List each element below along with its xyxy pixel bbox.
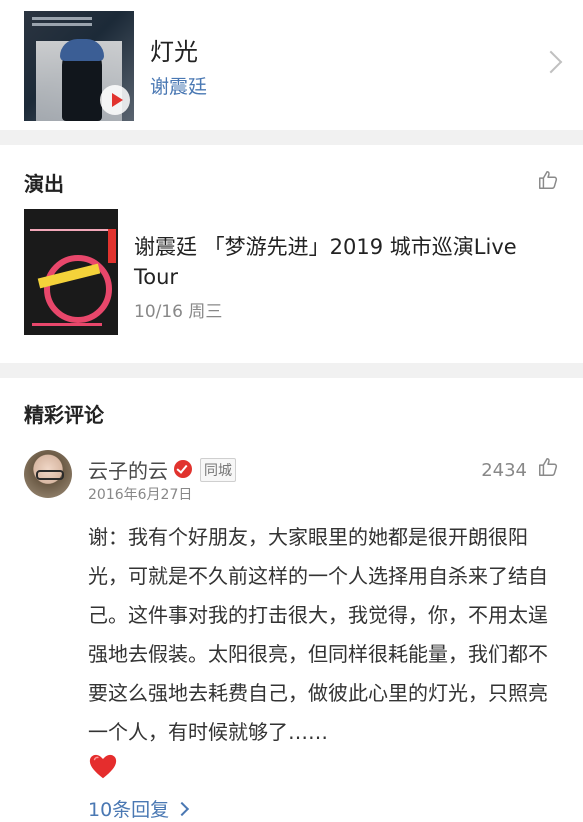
play-icon[interactable] (100, 85, 130, 115)
poster-subtitle-art (32, 307, 102, 326)
poster-title-art (30, 215, 110, 231)
hot-comments-title: 精彩评论 (24, 403, 104, 427)
song-title: 灯光 (150, 38, 198, 66)
event-date: 10/16 周三 (134, 302, 223, 322)
poster-badge (108, 229, 116, 263)
event-title[interactable]: 谢震廷 「梦游先进」2019 城市巡演Live Tour (134, 232, 564, 292)
event-poster-image[interactable] (24, 209, 118, 335)
performances-title: 演出 (24, 172, 64, 196)
section-divider (0, 130, 583, 145)
section-divider (0, 363, 583, 378)
comment-user-name[interactable]: 云子的云 (88, 455, 168, 484)
song-cover-image[interactable] (24, 11, 134, 121)
heart-icon (89, 754, 117, 779)
avatar[interactable] (24, 450, 72, 498)
song-card[interactable]: 灯光 谢震廷 (0, 0, 583, 130)
cover-caption-lines (32, 17, 92, 20)
cover-hair (60, 39, 104, 61)
comment-time: 2016年6月27日 (88, 487, 193, 503)
avatar-glasses (36, 470, 64, 480)
comment-tag: 同城 (200, 458, 236, 482)
thumbs-up-icon[interactable] (537, 169, 559, 191)
hot-comments-section: 精彩评论 云子的云 同城 2016年6月27日 2434 谢：我有个好朋友，大家… (0, 378, 583, 821)
verified-badge-icon (174, 460, 192, 478)
comment-text: 谢：我有个好朋友，大家眼里的她都是很开朗很阳光，可就是不久前这样的一个人选择用自… (88, 525, 548, 744)
chevron-right-icon[interactable] (539, 50, 563, 74)
thumbs-up-icon[interactable] (537, 456, 559, 478)
chevron-right-icon (175, 801, 190, 817)
comment-like-count: 2434 (481, 460, 527, 481)
song-artist-link[interactable]: 谢震廷 (150, 72, 207, 99)
